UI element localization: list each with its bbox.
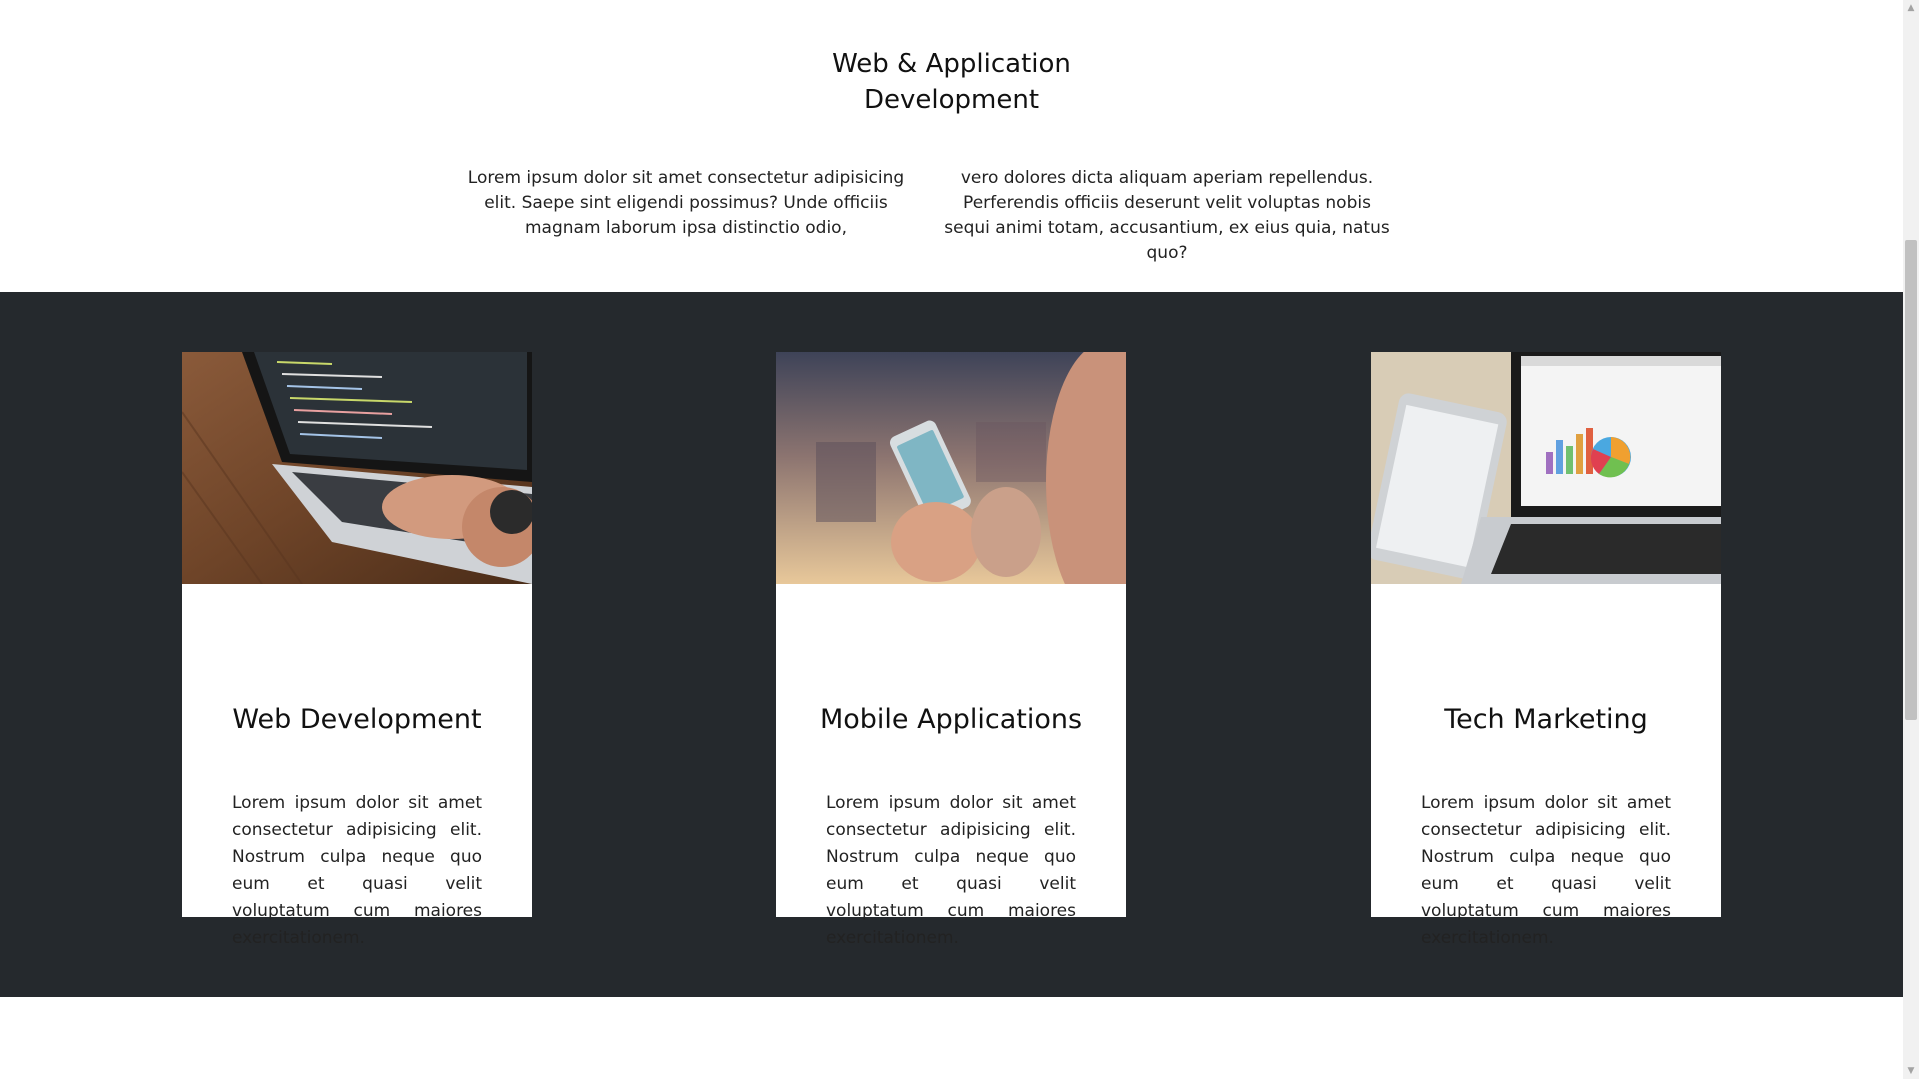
laptop-charts-photo xyxy=(1371,352,1721,584)
service-card-tech-marketing: Tech Marketing Lorem ipsum dolor sit ame… xyxy=(1371,352,1721,948)
card-title: Tech Marketing xyxy=(1444,704,1648,735)
card-text: Lorem ipsum dolor sit amet consectetur a… xyxy=(232,793,482,948)
intro-section: Web & Application Development Lorem ipsu… xyxy=(0,0,1903,292)
intro-paragraph-right: vero dolores dicta aliquam aperiam repel… xyxy=(944,168,1390,263)
smartphone-hands-photo xyxy=(776,352,1126,584)
card-text: Lorem ipsum dolor sit amet consectetur a… xyxy=(1421,793,1671,948)
service-card-mobile-applications: Mobile Applications Lorem ipsum dolor si… xyxy=(776,352,1126,948)
service-card-web-development: Web Development Lorem ipsum dolor sit am… xyxy=(182,352,532,948)
scroll-down-arrow-icon[interactable]: ▼ xyxy=(1903,1063,1919,1079)
laptop-charts-image xyxy=(1371,352,1721,584)
laptop-code-photo xyxy=(182,352,532,584)
scrollbar[interactable]: ▲ ▼ xyxy=(1903,0,1919,1079)
card-text: Lorem ipsum dolor sit amet consectetur a… xyxy=(826,793,1076,948)
page: Web & Application Development Lorem ipsu… xyxy=(0,0,1903,1079)
section-title: Web & Application Development xyxy=(0,46,1903,118)
intro-paragraph-left: Lorem ipsum dolor sit amet consectetur a… xyxy=(467,168,905,238)
section-title-line1: Web & Application xyxy=(832,49,1071,79)
scroll-up-arrow-icon[interactable]: ▲ xyxy=(1903,0,1919,16)
section-title-line2: Development xyxy=(863,85,1040,115)
services-section: Web Development Lorem ipsum dolor sit am… xyxy=(0,292,1903,997)
scrollbar-thumb[interactable] xyxy=(1905,240,1917,720)
card-title: Web Development xyxy=(232,704,482,735)
smartphone-hands-image xyxy=(776,352,1126,584)
laptop-code-image xyxy=(182,352,532,584)
card-title: Mobile Applications xyxy=(819,704,1083,735)
